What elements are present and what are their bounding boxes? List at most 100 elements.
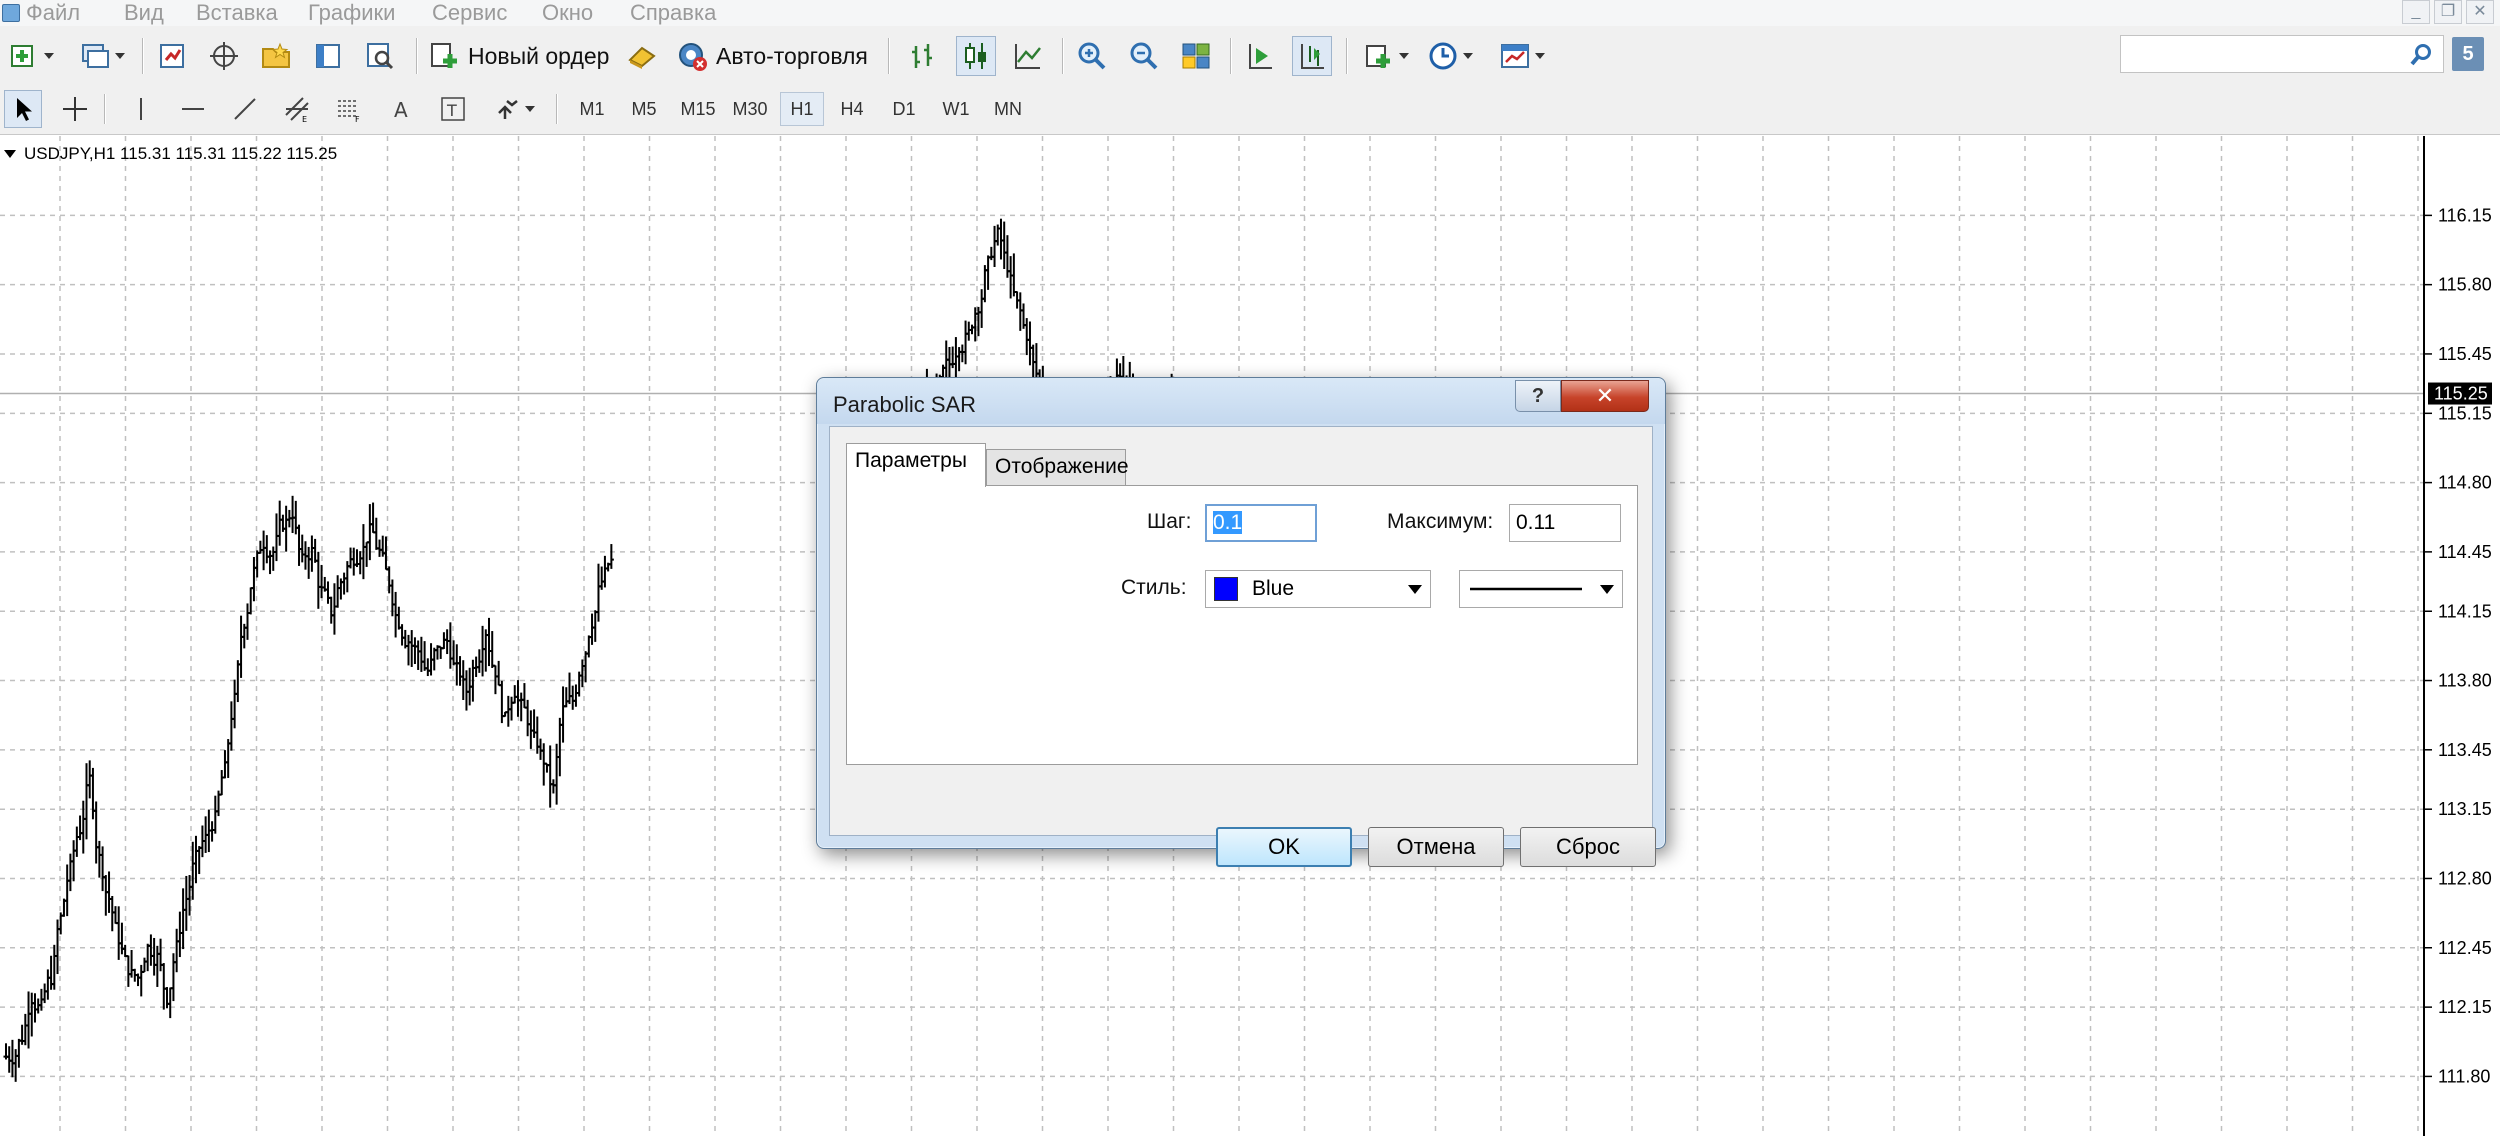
price-axis-label: 115.45 (2438, 344, 2492, 364)
restore-button[interactable]: ❐ (2434, 0, 2462, 24)
price-axis-label: 113.80 (2438, 671, 2492, 691)
line-chart-button[interactable] (1008, 36, 1048, 76)
timeframe-m5[interactable]: M5 (622, 92, 666, 126)
menu-charts[interactable]: Графики (308, 0, 395, 26)
fibonacci-button[interactable]: F (330, 90, 368, 128)
chevron-down-icon (1463, 53, 1473, 59)
toolbar-separator (142, 38, 143, 74)
data-window-button[interactable] (204, 36, 244, 76)
candlestick-icon (965, 43, 986, 69)
svg-text:E: E (302, 115, 307, 123)
templates-button[interactable] (1492, 36, 1552, 76)
chevron-down-icon (1535, 53, 1545, 59)
color-name: Blue (1252, 577, 1295, 600)
dialog-titlebar[interactable]: Parabolic SAR ? ✕ (817, 378, 1665, 424)
metaeditor-icon (628, 46, 656, 69)
timeframe-h4[interactable]: H4 (830, 92, 874, 126)
new-order-button[interactable]: Новый ордер (428, 36, 609, 76)
timeframe-m1[interactable]: M1 (570, 92, 614, 126)
menu-tools[interactable]: Сервис (432, 0, 507, 26)
periods-button[interactable] (1420, 36, 1480, 76)
navigator-button[interactable] (256, 36, 296, 76)
arrows-button[interactable] (486, 90, 542, 128)
timeframe-w1[interactable]: W1 (934, 92, 978, 126)
channel-icon: E (285, 97, 309, 123)
autoscroll-button[interactable] (1292, 36, 1332, 76)
price-axis-label: 113.45 (2438, 740, 2492, 760)
menu-window[interactable]: Окно (542, 0, 593, 26)
line-studies-toolbar: E F A T M1 M5 M15 M30 H1 H4 D1 W1 MN (0, 86, 2500, 135)
standard-toolbar: Новый ордер Авто-торговля 5 (0, 26, 2500, 87)
tile-windows-button[interactable] (1176, 36, 1216, 76)
reset-button[interactable]: Сброс (1520, 827, 1656, 867)
timeframe-m15[interactable]: M15 (674, 92, 722, 126)
price-axis-label: 112.45 (2438, 938, 2492, 958)
search-box (2120, 35, 2444, 73)
collapse-triangle-icon[interactable] (4, 150, 16, 158)
tab-parameters[interactable]: Параметры (846, 443, 986, 487)
market-watch-button[interactable] (152, 36, 192, 76)
autotrading-button[interactable]: Авто-торговля (676, 36, 868, 76)
menu-insert[interactable]: Вставка (196, 0, 278, 26)
text-button[interactable]: A (382, 90, 420, 128)
crosshair-button[interactable] (56, 90, 94, 128)
text-label-button[interactable]: T (434, 90, 472, 128)
window-controls: _ ❐ ✕ (2402, 0, 2494, 26)
zoom-in-button[interactable] (1072, 36, 1112, 76)
metaeditor-button[interactable] (622, 36, 662, 76)
menu-view[interactable]: Вид (124, 0, 164, 26)
maximum-input[interactable] (1509, 504, 1621, 542)
equidistant-channel-button[interactable]: E (278, 90, 316, 128)
minimize-button[interactable]: _ (2402, 0, 2430, 24)
chevron-down-icon (115, 53, 125, 59)
parabolic-sar-dialog: Parabolic SAR ? ✕ Параметры Отображение … (816, 377, 1666, 867)
terminal-button[interactable] (308, 36, 348, 76)
line-chart-icon (1015, 44, 1041, 69)
candlestick-chart-button[interactable] (956, 36, 996, 76)
indicators-button[interactable] (1356, 36, 1416, 76)
vertical-line-button[interactable] (122, 90, 160, 128)
notifications-badge[interactable]: 5 (2452, 37, 2484, 71)
new-chart-button[interactable] (4, 36, 58, 76)
menu-file[interactable]: Файл (26, 0, 80, 26)
search-input[interactable] (2127, 41, 2401, 69)
toolbar-separator (1230, 38, 1231, 74)
timeframe-d1[interactable]: D1 (882, 92, 926, 126)
chart-shift-button[interactable] (1240, 36, 1280, 76)
close-button[interactable]: ✕ (1561, 380, 1649, 412)
horizontal-line-button[interactable] (174, 90, 212, 128)
zoom-out-button[interactable] (1124, 36, 1164, 76)
cursor-button[interactable] (4, 90, 42, 128)
dialog-title: Parabolic SAR (833, 392, 977, 417)
terminal-icon (316, 44, 340, 68)
help-button[interactable]: ? (1515, 380, 1561, 412)
svg-text:T: T (446, 101, 457, 120)
chevron-down-icon (1399, 53, 1409, 59)
svg-text:A: A (394, 98, 408, 122)
profiles-icon (82, 44, 109, 68)
step-label: Шаг: (1147, 510, 1192, 533)
strategy-tester-button[interactable] (360, 36, 400, 76)
autotrading-icon (679, 43, 707, 71)
timeframe-mn[interactable]: MN (986, 92, 1030, 126)
trendline-button[interactable] (226, 90, 264, 128)
tile-windows-icon (1182, 43, 1210, 69)
line-style-select[interactable] (1459, 570, 1623, 608)
ok-button[interactable]: OK (1216, 827, 1352, 867)
timeframe-m30[interactable]: M30 (726, 92, 774, 126)
cancel-button[interactable]: Отмена (1368, 827, 1504, 867)
timeframe-h1[interactable]: H1 (780, 92, 824, 126)
close-window-button[interactable]: ✕ (2466, 0, 2494, 24)
profiles-button[interactable] (72, 36, 132, 76)
price-axis-label: 111.80 (2438, 1066, 2490, 1086)
parameters-panel: Шаг: 0.1 Максимум: Стиль: Blue (846, 485, 1638, 765)
tab-display[interactable]: Отображение (986, 449, 1129, 485)
current-price-label: 115.25 (2434, 384, 2488, 404)
color-select[interactable]: Blue (1205, 570, 1431, 608)
bar-chart-button[interactable] (904, 36, 944, 76)
chevron-down-icon (1408, 585, 1422, 594)
search-icon[interactable] (2409, 43, 2433, 67)
autoscroll-icon (1301, 44, 1324, 69)
step-input[interactable]: 0.1 (1205, 504, 1317, 542)
menu-help[interactable]: Справка (630, 0, 716, 26)
